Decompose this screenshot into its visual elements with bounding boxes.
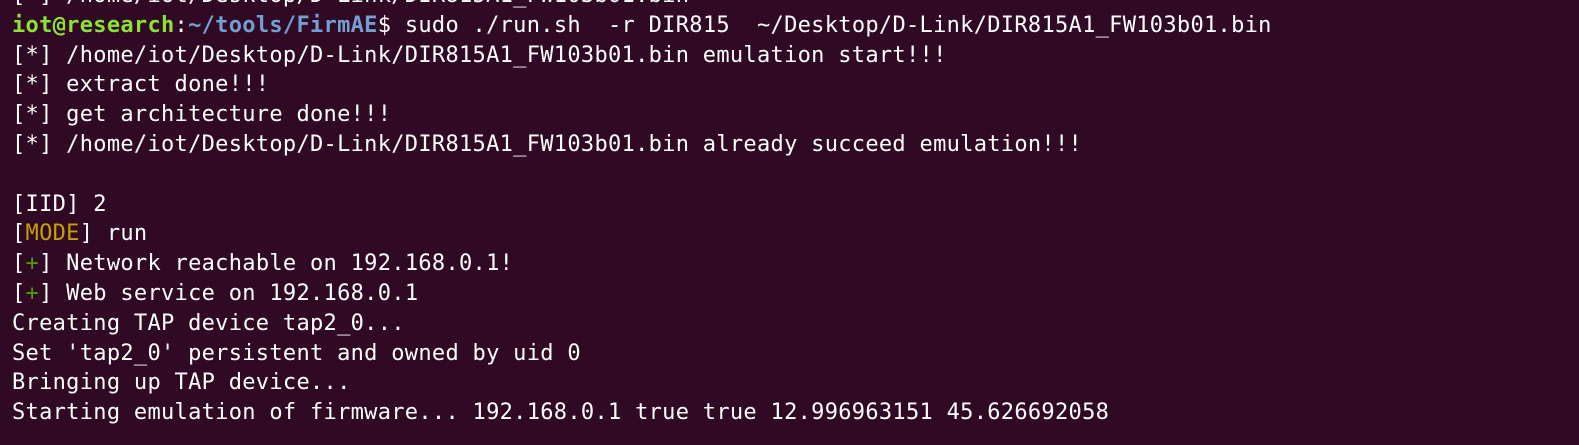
- plus-tag: +: [25, 251, 40, 277]
- prompt-command: sudo ./run.sh -r DIR815 ~/Desktop/D-Link…: [391, 12, 1272, 38]
- prompt-path: ~/tools/FirmAE: [188, 12, 378, 38]
- plus-bracket-close: ]: [39, 280, 53, 306]
- output-line-already-succeed: [*] /home/iot/Desktop/D-Link/DIR815A1_FW…: [12, 131, 1083, 157]
- output-line-mode: [MODE] run: [12, 219, 1272, 249]
- command-prompt-line: iot@research:~/tools/FirmAE$ sudo ./run.…: [12, 11, 1272, 41]
- terminal-window[interactable]: [*] /home/iot/Desktop/D-Link/DIR815A1_FW…: [0, 0, 1579, 445]
- prompt-separator: :: [174, 12, 189, 38]
- output-line-creating-tap: Creating TAP device tap2_0...: [12, 310, 405, 336]
- output-line-extract: [*] extract done!!!: [12, 72, 270, 98]
- mode-tag: MODE: [25, 221, 80, 247]
- prompt-symbol: $: [377, 12, 392, 38]
- output-line-iid: [IID] 2: [12, 191, 107, 217]
- plus-text: Network reachable on 192.168.0.1!: [52, 251, 514, 277]
- output-line-starting-emulation: Starting emulation of firmware... 192.16…: [12, 400, 1110, 426]
- output-line-web-service: [+] Web service on 192.168.0.1: [12, 279, 1272, 309]
- output-line-blank: [12, 160, 1272, 190]
- output-line-bringing-up-tap: Bringing up TAP device...: [12, 370, 351, 396]
- plus-text: Web service on 192.168.0.1: [52, 280, 419, 306]
- output-line-network-reachable: [+] Network reachable on 192.168.0.1!: [12, 249, 1272, 279]
- output-line-emulation-start: [*] /home/iot/Desktop/D-Link/DIR815A1_FW…: [12, 42, 947, 68]
- output-line-tap-persistent: Set 'tap2_0' persistent and owned by uid…: [12, 340, 581, 366]
- mode-bracket-close: ]: [79, 221, 94, 247]
- plus-bracket-open: [: [12, 280, 26, 306]
- plus-bracket-open: [: [12, 251, 26, 277]
- terminal-output: [*] /home/iot/Desktop/D-Link/DIR815A1_FW…: [12, 0, 1272, 428]
- plus-bracket-close: ]: [39, 251, 53, 277]
- mode-bracket-open: [: [12, 221, 26, 247]
- plus-tag: +: [25, 280, 40, 306]
- partial-scrolled-line: [*] /home/iot/Desktop/D-Link/DIR815A1_FW…: [12, 0, 1272, 11]
- mode-text: run: [93, 221, 148, 247]
- output-line-architecture: [*] get architecture done!!!: [12, 102, 392, 128]
- prompt-user-host: iot@research: [12, 12, 175, 38]
